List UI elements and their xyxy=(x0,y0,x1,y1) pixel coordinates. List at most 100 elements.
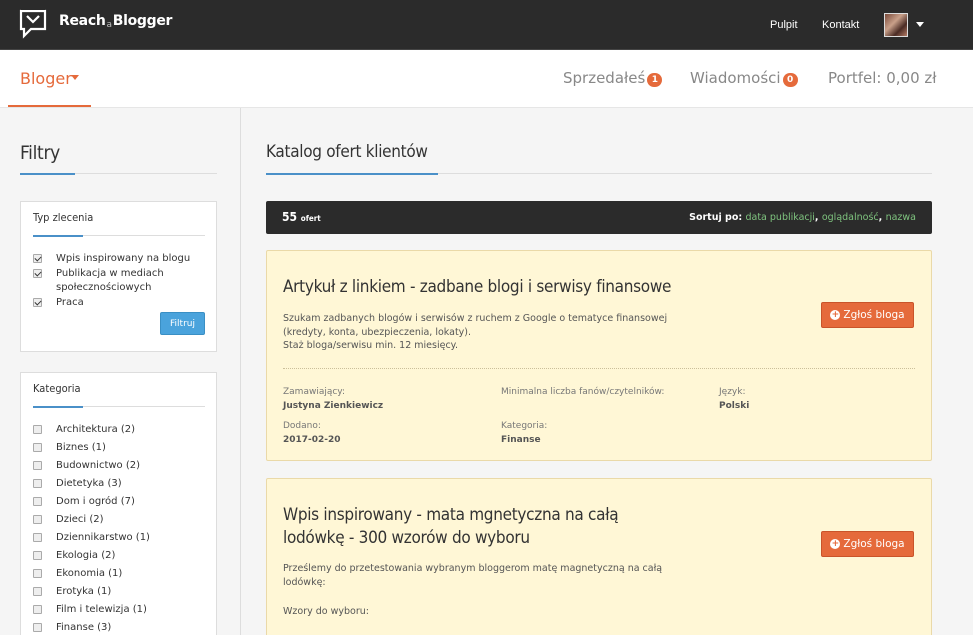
caret-down-icon[interactable] xyxy=(916,22,924,27)
logo-icon xyxy=(19,8,47,39)
checkbox[interactable] xyxy=(33,497,42,506)
divider xyxy=(20,173,217,175)
option-label: Finanse (3) xyxy=(56,622,112,633)
offer-description: Szukam zadbanych blogów i serwisów z ruc… xyxy=(283,313,668,351)
sort-by-date[interactable]: data publikacji xyxy=(745,212,814,223)
checkbox[interactable] xyxy=(33,569,42,578)
checkbox[interactable] xyxy=(33,479,42,488)
plus-circle-icon: + xyxy=(830,539,841,549)
checkbox[interactable] xyxy=(33,515,42,524)
offer-title[interactable]: Artykuł z linkiem - zadbane blogi i serw… xyxy=(283,276,683,299)
category-option[interactable]: Budownictwo (2) xyxy=(33,459,140,473)
sort-label: Sortuj po: xyxy=(689,212,743,223)
nav-kontakt[interactable]: Kontakt xyxy=(822,0,859,50)
sold-badge: 1 xyxy=(647,73,663,87)
category-option[interactable]: Dom i ogród (7) xyxy=(33,495,135,509)
option-label: Publikacja w mediach społecznościowych xyxy=(56,268,164,293)
category-option[interactable]: Architektura (2) xyxy=(33,423,135,437)
offer-title[interactable]: Wpis inspirowany - mata mgnetyczna na ca… xyxy=(283,504,673,550)
offer-card: Wpis inspirowany - mata mgnetyczna na ca… xyxy=(266,478,932,635)
category-filter-panel: Kategoria Architektura (2) Biznes (1) Budo… xyxy=(20,372,217,635)
category-option[interactable]: Dziennikarstwo (1) xyxy=(33,531,150,545)
category-option[interactable]: Erotyka (1) xyxy=(33,585,111,599)
offer-count: 55 ofert xyxy=(282,210,321,224)
checkbox[interactable] xyxy=(33,254,42,263)
checkbox[interactable] xyxy=(33,461,42,470)
option-label: Film i telewizja (1) xyxy=(56,604,147,615)
panel-title: Typ zlecenia xyxy=(33,211,94,224)
messages-badge: 0 xyxy=(782,73,798,87)
sold-link[interactable]: Sprzedałeś 1 xyxy=(563,69,663,87)
option-label: Dziennikarstwo (1) xyxy=(56,532,150,543)
meta-category: Kategoria: Finanse xyxy=(501,421,548,445)
meta-added: Dodano: 2017-02-20 xyxy=(283,421,341,445)
category-option[interactable]: Dietetyka (3) xyxy=(33,477,122,491)
option-label: Dom i ogród (7) xyxy=(56,496,135,507)
checkbox[interactable] xyxy=(33,443,42,452)
checkbox[interactable] xyxy=(33,623,42,632)
sort-by-name[interactable]: nazwa xyxy=(886,212,916,223)
user-avatar[interactable] xyxy=(884,13,908,37)
top-navbar: ReachaBlogger Pulpit Kontakt xyxy=(0,0,973,50)
category-option[interactable]: Film i telewizja (1) xyxy=(33,603,147,617)
option-label: Dzieci (2) xyxy=(56,514,104,525)
option-label: Ekologia (2) xyxy=(56,550,116,561)
divider xyxy=(33,406,205,408)
option-label: Praca xyxy=(56,297,84,308)
type-option-social[interactable]: Publikacja w mediach społecznościowych xyxy=(33,267,203,295)
option-label: Wpis inspirowany na blogu xyxy=(56,253,191,264)
sidebar-title: Filtry xyxy=(20,142,60,164)
type-option-blog[interactable]: Wpis inspirowany na blogu xyxy=(33,252,190,266)
messages-link[interactable]: Wiadomości 0 xyxy=(690,69,798,87)
option-label: Dietetyka (3) xyxy=(56,478,122,489)
option-label: Budownictwo (2) xyxy=(56,460,141,471)
report-blog-button[interactable]: + Zgłoś bloga xyxy=(821,302,914,328)
offer-description: Prześlemy do przetestowania wybranym blo… xyxy=(283,563,663,617)
option-label: Ekonomia (1) xyxy=(56,568,123,579)
checkbox[interactable] xyxy=(33,605,42,614)
type-filter-panel: Typ zlecenia Wpis inspirowany na blogu P… xyxy=(20,201,217,352)
brand-name: ReachaBlogger xyxy=(59,12,173,30)
role-dropdown[interactable]: Bloger xyxy=(8,50,91,107)
messages-label: Wiadomości xyxy=(690,69,781,87)
checkbox[interactable] xyxy=(33,551,42,560)
divider xyxy=(33,235,205,237)
plus-circle-icon: + xyxy=(830,310,841,320)
sort-by-views[interactable]: oglądalność xyxy=(822,212,879,223)
checkbox[interactable] xyxy=(33,269,42,278)
brand-logo[interactable]: ReachaBlogger xyxy=(18,8,172,40)
divider xyxy=(283,368,915,369)
caret-down-icon xyxy=(71,75,79,80)
checkbox[interactable] xyxy=(33,587,42,596)
account-bar: Bloger Sprzedałeś 1 Wiadomości 0 Portfel: … xyxy=(0,50,973,108)
sold-label: Sprzedałeś xyxy=(563,69,646,87)
report-blog-button[interactable]: + Zgłoś bloga xyxy=(821,531,914,557)
category-option[interactable]: Finanse (3) xyxy=(33,621,111,635)
category-option[interactable]: Ekonomia (1) xyxy=(33,567,122,581)
offer-card: Artykuł z linkiem - zadbane blogi i serw… xyxy=(266,250,932,461)
filter-button[interactable]: Filtruj xyxy=(160,312,205,335)
nav-pulpit[interactable]: Pulpit xyxy=(770,0,798,50)
category-option[interactable]: Biznes (1) xyxy=(33,441,106,455)
sort-options: Sortuj po: data publikacji, oglądalność,… xyxy=(689,212,916,223)
option-label: Biznes (1) xyxy=(56,442,106,453)
page-title: Katalog ofert klientów xyxy=(266,142,428,162)
wallet-label: Portfel: 0,00 zł xyxy=(828,69,937,87)
category-option[interactable]: Dzieci (2) xyxy=(33,513,104,527)
type-option-work[interactable]: Praca xyxy=(33,296,84,310)
panel-title: Kategoria xyxy=(33,382,81,395)
role-label: Bloger xyxy=(20,69,72,88)
results-bar: 55 ofert Sortuj po: data publikacji, ogl… xyxy=(266,201,932,234)
wallet-link[interactable]: Portfel: 0,00 zł xyxy=(828,69,937,87)
meta-language: Język: Polski xyxy=(719,387,750,411)
divider xyxy=(266,173,932,175)
option-label: Architektura (2) xyxy=(56,424,136,435)
checkbox[interactable] xyxy=(33,298,42,307)
checkbox[interactable] xyxy=(33,533,42,542)
filter-sidebar: Filtry Typ zlecenia Wpis inspirowany na … xyxy=(0,108,241,635)
option-label: Erotyka (1) xyxy=(56,586,112,597)
meta-min-fans: Minimalna liczba fanów/czytelników: xyxy=(501,387,665,397)
category-option[interactable]: Ekologia (2) xyxy=(33,549,115,563)
checkbox[interactable] xyxy=(33,425,42,434)
meta-client: Zamawiający: Justyna Zienkiewicz xyxy=(283,387,384,411)
